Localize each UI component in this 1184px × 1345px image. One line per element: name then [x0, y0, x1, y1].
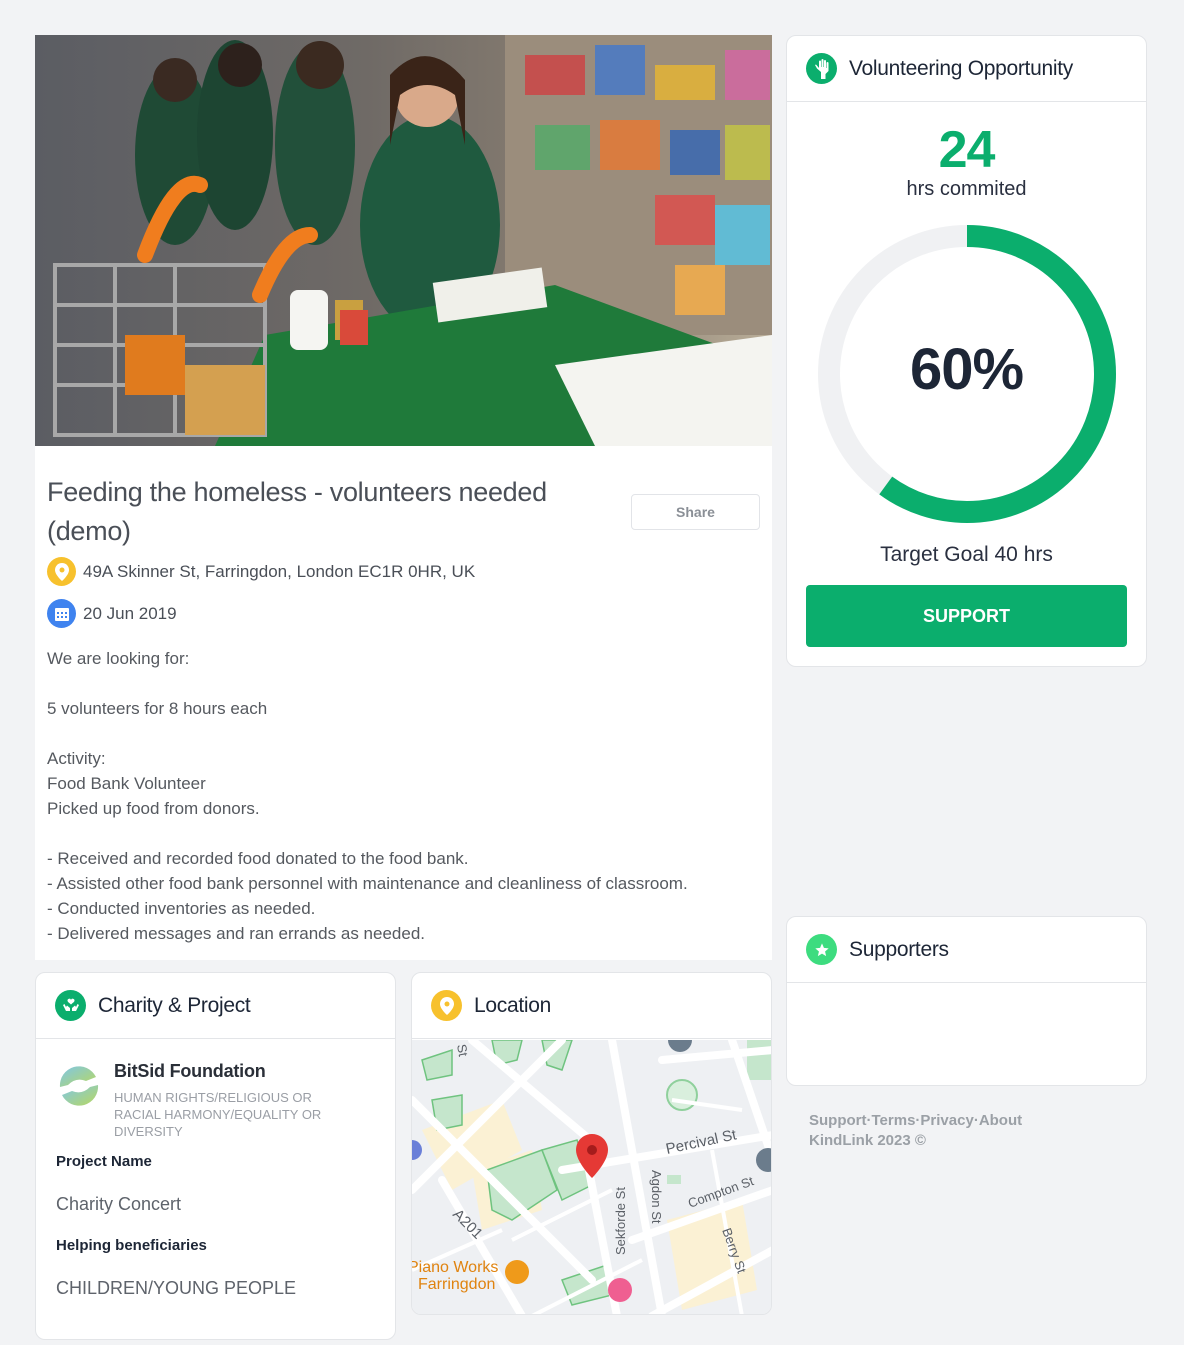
- description-line: - Received and recorded food donated to …: [47, 849, 469, 868]
- progress-percent: 60%: [909, 337, 1024, 402]
- location-pin-icon: [47, 557, 76, 586]
- address-row: 49A Skinner St, Farringdon, London EC1R …: [47, 557, 475, 586]
- description-line: - Conducted inventories as needed.: [47, 899, 316, 918]
- supporters-header: Supporters: [787, 917, 1146, 983]
- map-label-piano-2: Farringdon: [418, 1276, 495, 1293]
- map[interactable]: Percival St Agdon St Compton St Sekforde…: [412, 1040, 771, 1314]
- organization-info: BitSid Foundation HUMAN RIGHTS/RELIGIOUS…: [114, 1061, 354, 1140]
- description-line: [47, 721, 757, 746]
- organization-category: HUMAN RIGHTS/RELIGIOUS OR RACIAL HARMONY…: [114, 1090, 322, 1139]
- beneficiaries-value: CHILDREN/YOUNG PEOPLE: [56, 1278, 297, 1298]
- description-line: [47, 821, 757, 846]
- description-line: We are looking for:: [47, 649, 190, 668]
- organization-name[interactable]: BitSid Foundation: [114, 1061, 354, 1082]
- copyright: KindLink 2023 ©: [809, 1132, 926, 1149]
- location-header: Location: [412, 973, 771, 1039]
- opportunity-title: Feeding the homeless - volunteers needed…: [47, 477, 547, 546]
- charity-hands-icon: [55, 990, 86, 1021]
- description-line: Activity:: [47, 749, 106, 768]
- organization: BitSid Foundation HUMAN RIGHTS/RELIGIOUS…: [56, 1061, 354, 1140]
- target-goal: Target Goal 40 hrs: [880, 543, 1053, 566]
- date-text: 20 Jun 2019: [83, 603, 177, 623]
- volunteering-header: Volunteering Opportunity: [787, 36, 1146, 102]
- project-name-value: Charity Concert: [56, 1194, 182, 1214]
- description-line: Food Bank Volunteer: [47, 774, 206, 793]
- beneficiaries-label: Helping beneficiaries: [56, 1237, 207, 1254]
- footer-link-support[interactable]: Support: [809, 1112, 867, 1129]
- footer-link-terms[interactable]: Terms: [872, 1112, 916, 1129]
- volunteering-card: Volunteering Opportunity 24 hrs commited…: [786, 35, 1147, 667]
- support-button[interactable]: SUPPORT: [806, 585, 1127, 647]
- star-icon: [806, 934, 837, 965]
- date-row: 20 Jun 2019: [47, 599, 177, 628]
- map-label-piano-1: Piano Works: [412, 1259, 498, 1276]
- project-name-label: Project Name: [56, 1153, 152, 1170]
- description: We are looking for: 5 volunteers for 8 h…: [47, 646, 757, 946]
- location-title: Location: [474, 993, 551, 1017]
- supporters-title: Supporters: [849, 937, 949, 961]
- footer: Support·Terms·Privacy·About KindLink 202…: [809, 1111, 1022, 1151]
- charity-card: Charity & Project BitSid Foundation HUMA…: [35, 972, 396, 1340]
- charity-title: Charity & Project: [98, 993, 251, 1017]
- footer-link-privacy[interactable]: Privacy: [920, 1112, 973, 1129]
- description-line: [47, 671, 757, 696]
- share-button[interactable]: Share: [631, 494, 760, 530]
- map-label-sekforde: Sekforde St: [613, 1187, 628, 1255]
- description-line: 5 volunteers for 8 hours each: [47, 699, 268, 718]
- calendar-icon: [47, 599, 76, 628]
- location-card: Location Percival St Agdon St Compton St…: [411, 972, 772, 1315]
- description-line: Picked up food from donors.: [47, 799, 260, 818]
- organization-logo: [59, 1066, 99, 1106]
- hand-icon: [806, 53, 837, 84]
- hero-image: [35, 35, 772, 446]
- description-line: - Delivered messages and ran errands as …: [47, 924, 425, 943]
- address-text: 49A Skinner St, Farringdon, London EC1R …: [83, 561, 476, 581]
- page: Feeding the homeless - volunteers needed…: [0, 0, 1184, 1345]
- charity-header: Charity & Project: [36, 973, 395, 1039]
- footer-links: Support·Terms·Privacy·About: [809, 1111, 1022, 1131]
- map-label-agdon: Agdon St: [649, 1170, 664, 1224]
- footer-link-about[interactable]: About: [979, 1112, 1022, 1129]
- supporters-card: Supporters: [786, 916, 1147, 1086]
- hours-label: hrs commited: [906, 178, 1027, 200]
- volunteering-title: Volunteering Opportunity: [849, 56, 1073, 80]
- hours-committed: 24: [938, 121, 996, 179]
- opportunity-card: Feeding the homeless - volunteers needed…: [35, 35, 772, 960]
- location-pin-icon: [431, 990, 462, 1021]
- description-line: - Assisted other food bank personnel wit…: [47, 874, 688, 893]
